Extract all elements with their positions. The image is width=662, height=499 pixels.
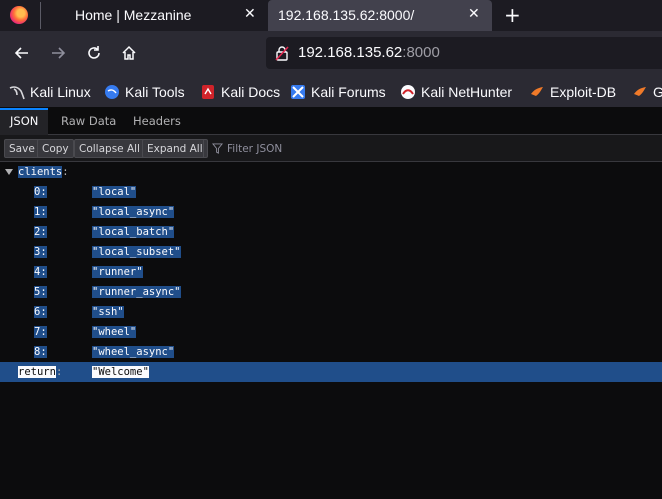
json-index: 4: <box>34 266 47 278</box>
tab-title: Home | Mezzanine <box>75 7 192 23</box>
forward-arrow-icon <box>52 47 66 59</box>
back-button[interactable] <box>10 41 34 65</box>
navigation-bar: 192.168.135.62:8000 <box>0 31 662 75</box>
tab-title: 192.168.135.62:8000/ <box>278 7 415 23</box>
bookmarks-toolbar: Kali Linux Kali Tools Kali Docs Kali For… <box>0 75 662 108</box>
json-index: 3: <box>34 246 47 258</box>
expand-all-button[interactable]: Expand All <box>142 139 208 158</box>
tab-active-ip[interactable]: 192.168.135.62:8000/ ✕ <box>268 0 492 31</box>
json-key: return: <box>18 366 63 378</box>
json-value: "local_batch" <box>92 226 175 238</box>
toolbar-divider <box>203 140 204 157</box>
tree-row[interactable]: 8: "wheel_async" <box>0 342 662 362</box>
json-value: "wheel_async" <box>92 346 175 358</box>
bookmark-exploit-db[interactable]: Exploit-DB <box>529 75 616 108</box>
json-index: 0: <box>34 186 47 198</box>
json-index: 7: <box>34 326 47 338</box>
bookmark-label: Kali Linux <box>30 83 91 100</box>
bookmark-kali-nethunter[interactable]: Kali NetHunter <box>400 75 512 108</box>
new-tab-button[interactable]: + <box>504 3 521 27</box>
tab-divider <box>40 2 41 29</box>
close-tab-icon[interactable]: ✕ <box>468 6 480 22</box>
filter-placeholder: Filter JSON <box>227 142 283 155</box>
bookmark-label: G <box>653 83 662 100</box>
json-key: clients: <box>18 166 69 178</box>
copy-button[interactable]: Copy <box>37 139 74 158</box>
bookmark-overflow[interactable]: G <box>632 75 662 108</box>
json-tree: clients: 0: "local" 1: "local_async" 2: … <box>0 162 662 499</box>
forward-button[interactable] <box>46 41 70 65</box>
tree-row[interactable]: 7: "wheel" <box>0 322 662 342</box>
tab-home-mezzanine[interactable]: Home | Mezzanine ✕ <box>0 0 268 31</box>
bookmark-label: Kali Docs <box>221 83 281 100</box>
tree-row-return-selected[interactable]: return: "Welcome" <box>0 362 662 382</box>
insecure-lock-icon[interactable] <box>274 45 290 61</box>
tab-strip: Home | Mezzanine ✕ 192.168.135.62:8000/ … <box>0 0 662 31</box>
exploitdb-icon <box>529 84 545 100</box>
bookmark-kali-forums[interactable]: Kali Forums <box>290 75 386 108</box>
tree-row[interactable]: 1: "local_async" <box>0 202 662 222</box>
kali-tools-icon <box>104 84 120 100</box>
json-index: 2: <box>34 226 47 238</box>
bookmark-label: Kali Forums <box>311 83 386 100</box>
url-host: 192.168.135.62 <box>298 44 403 61</box>
tree-row[interactable]: 3: "local_subset" <box>0 242 662 262</box>
json-value: "runner_async" <box>92 286 181 298</box>
json-viewer-toolbar: Save Copy Collapse All Expand All Filter… <box>0 135 662 162</box>
tree-row[interactable]: 4: "runner" <box>0 262 662 282</box>
home-button[interactable] <box>117 41 141 65</box>
json-viewer-tabs: JSON Raw Data Headers <box>0 108 662 135</box>
tab-json[interactable]: JSON <box>0 108 49 135</box>
reload-button[interactable] <box>82 41 106 65</box>
collapse-all-button[interactable]: Collapse All <box>74 139 145 158</box>
json-value: "Welcome" <box>92 366 149 378</box>
json-value: "wheel" <box>92 326 137 338</box>
home-icon <box>122 45 136 60</box>
firefox-icon <box>10 6 28 24</box>
bookmark-kali-linux[interactable]: Kali Linux <box>9 75 91 108</box>
json-index: 1: <box>34 206 47 218</box>
json-index: 6: <box>34 306 47 318</box>
bookmark-kali-docs[interactable]: Kali Docs <box>200 75 280 108</box>
json-index: 8: <box>34 346 47 358</box>
url-port: :8000 <box>402 44 440 61</box>
tree-row-clients[interactable]: clients: <box>0 162 662 182</box>
exploitdb-icon <box>632 84 648 100</box>
tree-row[interactable]: 5: "runner_async" <box>0 282 662 302</box>
bookmark-label: Exploit-DB <box>550 83 617 100</box>
json-index: 5: <box>34 286 47 298</box>
nethunter-icon <box>400 84 416 100</box>
tab-raw-data[interactable]: Raw Data <box>61 108 116 135</box>
json-value: "local_subset" <box>92 246 181 258</box>
filter-icon <box>212 143 223 154</box>
expand-twisty-icon[interactable] <box>5 169 13 175</box>
bookmark-label: Kali NetHunter <box>421 83 513 100</box>
tree-row[interactable]: 2: "local_batch" <box>0 222 662 242</box>
url-text[interactable]: 192.168.135.62:8000 <box>298 44 440 61</box>
json-value: "runner" <box>92 266 143 278</box>
kali-dragon-icon <box>9 84 25 100</box>
bookmark-kali-tools[interactable]: Kali Tools <box>104 75 185 108</box>
kali-forums-icon <box>290 84 306 100</box>
tree-row[interactable]: 6: "ssh" <box>0 302 662 322</box>
back-arrow-icon <box>14 47 28 59</box>
kali-docs-icon <box>200 84 216 100</box>
json-value: "ssh" <box>92 306 124 318</box>
reload-icon <box>88 46 100 59</box>
bookmark-label: Kali Tools <box>125 83 185 100</box>
save-button[interactable]: Save <box>4 139 40 158</box>
url-bar[interactable]: 192.168.135.62:8000 <box>266 37 662 69</box>
filter-json-input[interactable]: Filter JSON <box>212 140 282 157</box>
tree-row[interactable]: 0: "local" <box>0 182 662 202</box>
json-value: "local" <box>92 186 137 198</box>
tab-headers[interactable]: Headers <box>133 108 181 135</box>
close-tab-icon[interactable]: ✕ <box>244 6 256 22</box>
json-value: "local_async" <box>92 206 175 218</box>
